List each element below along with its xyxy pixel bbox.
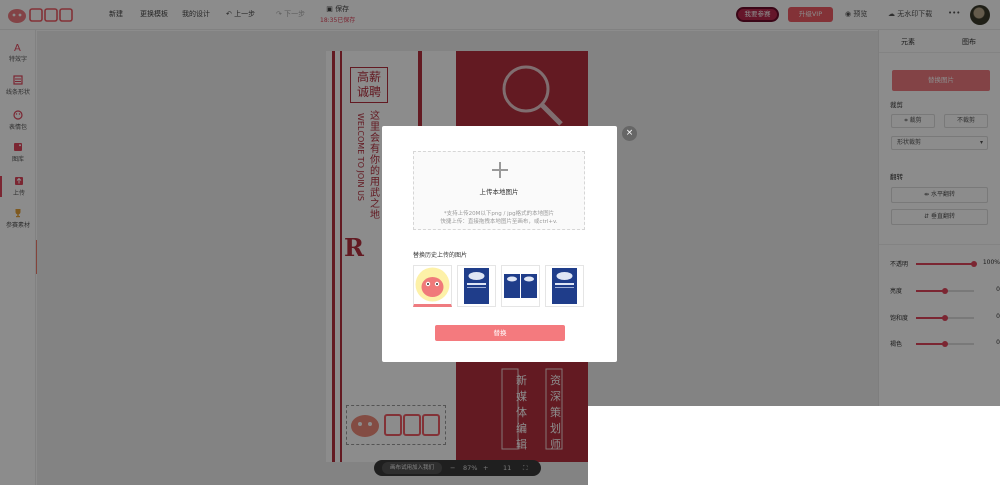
history-thumb[interactable] [413,265,452,307]
upload-title: 上传本地图片 [479,188,519,196]
thumb-blue-poster-image [464,268,489,304]
history-thumb[interactable] [501,265,540,307]
thumb-blue-poster-2-image [552,268,577,304]
upload-dropzone[interactable]: 上传本地图片 *支持上传20M以下png / jpg格式的本地图片 快捷上传：直… [413,151,585,230]
close-icon[interactable]: × [622,126,637,141]
history-thumb[interactable] [545,265,584,307]
upload-hint-1: *支持上传20M以下png / jpg格式的本地图片 [443,211,555,217]
replace-button[interactable]: 替换 [435,325,565,341]
thumb-blue-brochure-image [504,274,537,298]
history-thumb[interactable] [457,265,496,307]
replace-image-dialog: 上传本地图片 *支持上传20M以下png / jpg格式的本地图片 快捷上传：直… [382,126,617,362]
thumb-mascot-image [415,267,450,302]
history-title: 替换历史上传的图片 [413,252,468,259]
upload-hint-2: 快捷上传：直接拖拽本地图片至画布，或ctrl+v. [440,219,558,225]
bottom-right-blank [588,406,1000,485]
plus-icon [492,162,508,178]
